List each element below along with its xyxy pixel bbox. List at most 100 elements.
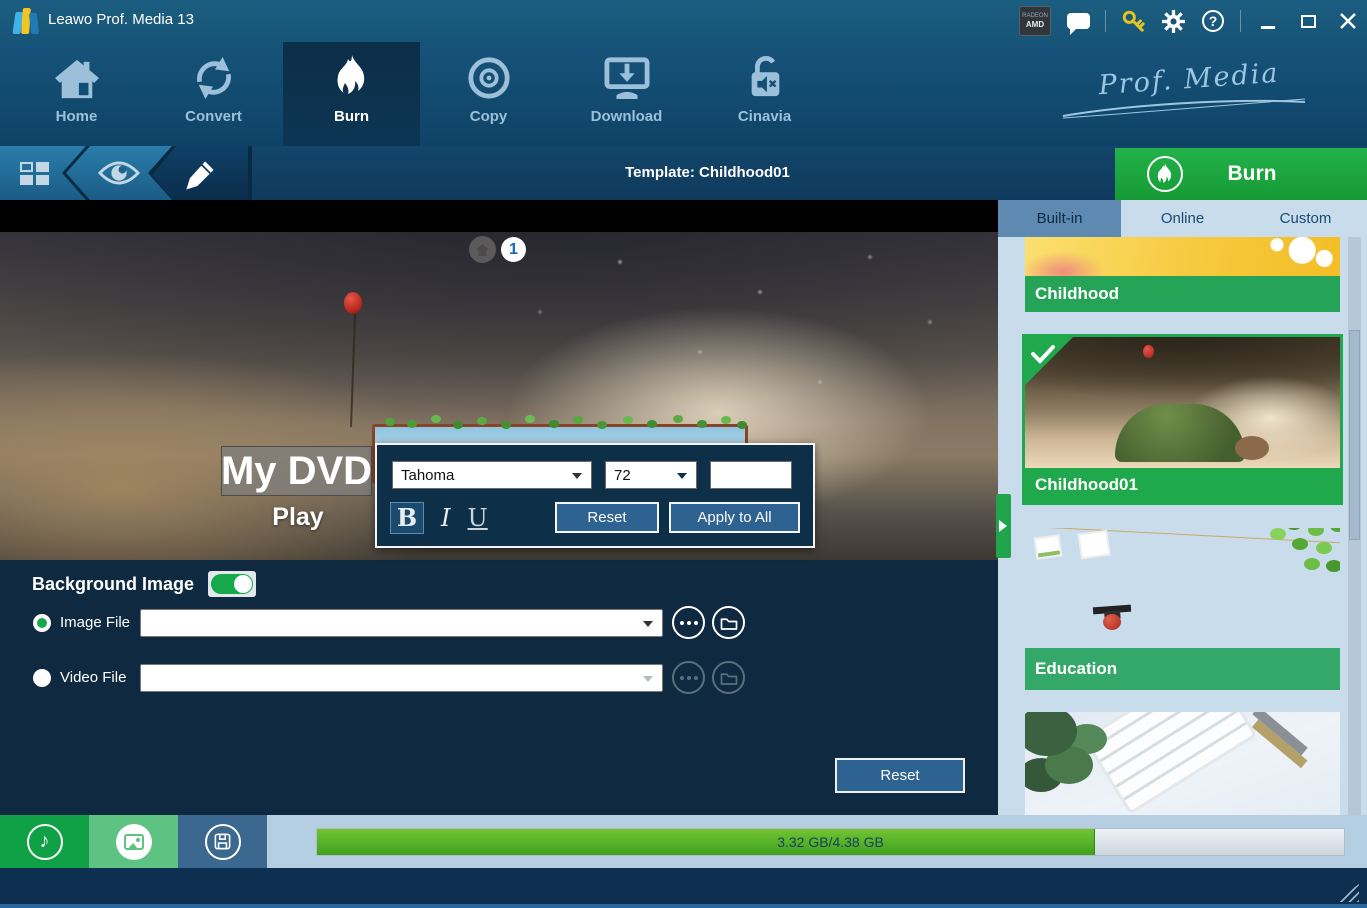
amd-radeon-badge: RADEON AMD: [1019, 6, 1051, 36]
arrow-right-icon: [999, 520, 1013, 532]
main-nav: Home Convert Burn Copy Download Cinavia …: [0, 42, 1367, 146]
template-thumbnail: [1025, 237, 1340, 276]
tab-custom[interactable]: Custom: [1244, 200, 1367, 237]
nav-convert[interactable]: Convert: [145, 42, 282, 146]
tab-online[interactable]: Online: [1121, 200, 1244, 237]
background-reset-button[interactable]: Reset: [835, 758, 965, 793]
register-key-icon[interactable]: [1120, 8, 1146, 34]
background-image-panel: Background Image Image File Video File R…: [0, 560, 998, 815]
template-tabs: Built-in Online Custom: [998, 200, 1367, 237]
template-office[interactable]: [1025, 712, 1340, 815]
nav-download[interactable]: Download: [558, 42, 695, 146]
burn-flame-icon: [1147, 156, 1183, 192]
help-icon[interactable]: ?: [1200, 8, 1226, 34]
titlebar-divider: [1240, 10, 1241, 32]
disc-icon: [467, 42, 511, 100]
disc-capacity-bar: 3.32 GB/4.38 GB: [316, 828, 1345, 856]
folder-icon: [720, 617, 737, 630]
image-file-radio[interactable]: [33, 614, 51, 632]
convert-arrows-icon: [192, 42, 236, 100]
app-title: Leawo Prof. Media 13: [48, 11, 194, 28]
checkmark-icon: [1031, 345, 1055, 364]
image-file-combobox[interactable]: [140, 609, 663, 637]
image-file-row: Image File: [0, 606, 998, 639]
tab-built-in[interactable]: Built-in: [998, 200, 1121, 237]
music-note-icon: ♪: [26, 823, 63, 860]
chevron-down-icon: [677, 472, 687, 484]
nav-home[interactable]: Home: [8, 42, 145, 146]
padlock-mute-icon: [744, 42, 786, 100]
template-education[interactable]: Education: [1025, 528, 1340, 690]
template-panel: Built-in Online Custom Childhood Childho…: [998, 200, 1367, 815]
status-strip: [0, 868, 1367, 908]
home-icon: [54, 42, 100, 100]
image-browse-button[interactable]: [712, 606, 745, 639]
settings-gear-icon[interactable]: [1160, 8, 1186, 34]
chevron-down-icon: [643, 676, 653, 687]
text-reset-button[interactable]: Reset: [555, 502, 659, 533]
ellipsis-icon: [679, 620, 698, 625]
chevron-down-icon: [643, 621, 653, 632]
image-history-button[interactable]: [672, 606, 705, 639]
bold-button[interactable]: B: [390, 502, 424, 534]
balloon-string: [350, 313, 356, 428]
red-balloon: [344, 292, 362, 314]
template-childhood01-selected[interactable]: Childhood01: [1022, 334, 1343, 505]
scrollbar-thumb[interactable]: [1349, 330, 1360, 540]
nav-cinavia[interactable]: Cinavia: [696, 42, 833, 146]
apply-to-all-button[interactable]: Apply to All: [669, 502, 800, 533]
app-window: Leawo Prof. Media 13 RADEON AMD ? Home C…: [0, 0, 1367, 908]
text-style-popup: Tahoma 72 B I U Reset Apply to All: [375, 443, 815, 548]
font-family-select[interactable]: Tahoma: [392, 461, 592, 489]
italic-button[interactable]: I: [437, 503, 454, 533]
audio-menu-button[interactable]: ♪: [0, 815, 89, 868]
font-size-select[interactable]: 72: [605, 461, 697, 489]
resize-grip[interactable]: [1335, 884, 1359, 902]
template-childhood[interactable]: Childhood: [1025, 237, 1340, 312]
maximize-button[interactable]: [1295, 8, 1321, 34]
pencil-icon: [186, 161, 214, 190]
video-file-radio[interactable]: [33, 669, 51, 687]
template-thumbnail: [1025, 712, 1340, 815]
leaf-garland: [385, 418, 395, 426]
collapse-panel-handle[interactable]: [996, 494, 1011, 558]
toggle-knob: [234, 575, 253, 593]
save-floppy-icon: [204, 823, 241, 860]
save-template-button[interactable]: [178, 815, 267, 868]
chevron-down-icon: [572, 472, 582, 484]
play-menu-item[interactable]: Play: [223, 503, 373, 532]
leawo-logo-icon: [12, 8, 40, 34]
menu-home-indicator[interactable]: [469, 236, 496, 263]
close-button[interactable]: [1335, 8, 1361, 34]
nav-copy[interactable]: Copy: [420, 42, 557, 146]
bottom-toolbar: ♪ 3.32 GB/4.38 GB: [0, 815, 1367, 868]
nav-burn[interactable]: Burn: [283, 42, 420, 146]
template-list: Childhood Childhood01 Education: [998, 237, 1367, 815]
brand-logo: Prof. Media: [1059, 58, 1319, 119]
titlebar-divider: [1105, 10, 1106, 32]
download-monitor-icon: [604, 42, 650, 100]
video-file-combobox[interactable]: [140, 664, 663, 692]
burn-action-button[interactable]: Burn: [1115, 148, 1367, 200]
underline-button[interactable]: U: [467, 503, 487, 533]
video-history-button-disabled: [672, 661, 705, 694]
video-file-row: Video File: [0, 661, 998, 694]
picture-icon: [115, 823, 152, 860]
font-color-field[interactable]: [710, 461, 792, 489]
background-image-toggle[interactable]: [208, 571, 257, 597]
video-browse-button-disabled: [712, 661, 745, 694]
minimize-button[interactable]: [1255, 8, 1281, 34]
template-scrollbar[interactable]: [1348, 237, 1361, 815]
flame-icon: [332, 42, 372, 100]
titlebar: Leawo Prof. Media 13 RADEON AMD ?: [0, 0, 1367, 42]
background-image-heading: Background Image: [32, 573, 195, 594]
template-label: Template: Childhood01: [625, 164, 790, 181]
grid-icon: [20, 162, 49, 185]
menu-page-indicator[interactable]: 1: [501, 237, 526, 262]
ellipsis-icon: [679, 675, 698, 680]
image-menu-button[interactable]: [89, 815, 178, 868]
dvd-title-textbox[interactable]: My DVD: [221, 446, 372, 496]
eye-icon: [98, 159, 140, 187]
feedback-chat-icon[interactable]: [1065, 8, 1091, 35]
sub-toolbar: Template: Childhood01 Burn: [0, 146, 1367, 204]
